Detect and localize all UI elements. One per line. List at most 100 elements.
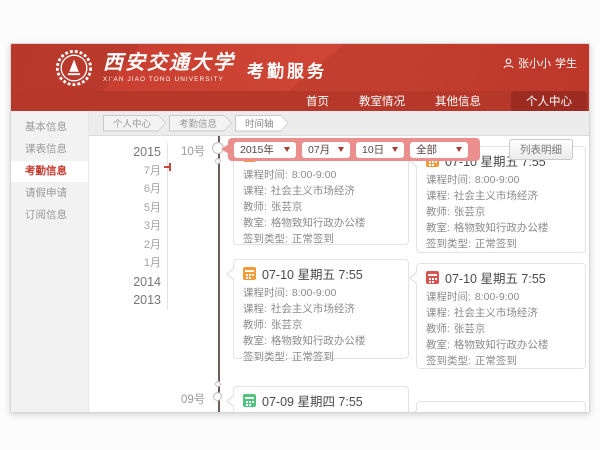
card-date: 07-09 星期四 7:55 <box>262 391 363 410</box>
main-nav: 首页 教室情况 其他信息 个人中心 <box>11 91 589 111</box>
sidebar-item-basic-info[interactable]: 基本信息 <box>11 117 88 138</box>
field-label: 课程时间: <box>243 169 288 181</box>
field-label: 课程: <box>243 185 267 197</box>
scale-month-jan[interactable]: 1月 <box>89 254 161 273</box>
university-name-en: XI'AN JIAO TONG UNIVERSITY <box>103 76 235 83</box>
attendance-card: 07-10 星期五 7:55 课程时间: 8:00-9:00 课程: 社会主义市场经… <box>233 259 409 359</box>
timeline-scale: 2015 7月 6月 5月 3月 2月 1月 2014 2013 <box>89 143 161 310</box>
timeline-axis <box>218 136 220 412</box>
card-header: 07-10 星期五 7:55 <box>426 269 576 286</box>
field-label: 教室: <box>243 335 267 347</box>
field-label: 课程时间: <box>426 174 471 186</box>
field-label: 课程: <box>426 190 450 202</box>
attendance-card: 07-10 星期五 7:55 课程时间:8:00-9:00 课程:社会主义市场经… <box>416 146 586 253</box>
header-banner: 西安交通大学 XI'AN JIAO TONG UNIVERSITY 考勤服务 张… <box>11 44 589 91</box>
field-value: 8:00-9:00 <box>292 287 336 299</box>
sidebar-item-subscription[interactable]: 订阅信息 <box>11 205 88 226</box>
attendance-card: 07-09 星期四 7:55 <box>233 386 409 413</box>
breadcrumb: 个人中心 考勤信息 时间轴 <box>89 111 590 136</box>
scale-month-may[interactable]: 5月 <box>89 199 161 218</box>
scale-month-mar[interactable]: 3月 <box>89 217 161 236</box>
field-label: 签到类型: <box>243 351 288 363</box>
field-value: 张芸京 <box>454 206 486 218</box>
field-value: 张芸京 <box>454 323 486 335</box>
scale-year-2014[interactable]: 2014 <box>89 273 161 292</box>
day-marker-09: 09号 <box>181 391 205 407</box>
field-value: 社会主义市场经济 <box>271 185 355 197</box>
field-label: 教师: <box>426 323 450 335</box>
field-label: 教师: <box>243 319 267 331</box>
field-label: 课程: <box>243 303 267 315</box>
field-label: 教师: <box>426 206 450 218</box>
field-value: 8:00-9:00 <box>475 174 519 186</box>
timeline-node <box>215 158 221 164</box>
breadcrumb-personal-center[interactable]: 个人中心 <box>103 115 166 132</box>
chevron-down-icon <box>338 147 344 152</box>
scale-month-jul[interactable]: 7月 <box>89 162 161 181</box>
scale-month-feb[interactable]: 2月 <box>89 236 161 255</box>
calendar-icon <box>426 271 439 284</box>
field-value: 正常签到 <box>292 233 334 245</box>
chevron-down-icon <box>392 147 398 152</box>
breadcrumb-attendance[interactable]: 考勤信息 <box>169 115 232 132</box>
field-value: 格物致知行政办公楼 <box>271 335 366 347</box>
nav-tab-personal-center[interactable]: 个人中心 <box>511 91 587 111</box>
field-value: 社会主义市场经济 <box>271 303 355 315</box>
field-label: 课程时间: <box>426 291 471 303</box>
breadcrumb-timeline[interactable]: 时间轴 <box>235 115 289 132</box>
sidebar-item-timetable[interactable]: 课表信息 <box>11 139 88 160</box>
university-name-block: 西安交通大学 XI'AN JIAO TONG UNIVERSITY <box>103 49 235 83</box>
field-label: 签到类型: <box>426 355 471 367</box>
current-month-marker <box>164 166 171 168</box>
field-value: 格物致知行政办公楼 <box>271 217 366 229</box>
day-marker-10: 10号 <box>181 143 205 159</box>
calendar-icon <box>243 267 256 280</box>
page-title: 考勤服务 <box>247 57 327 82</box>
user-role: 学生 <box>555 55 577 71</box>
timeline-node <box>215 381 221 387</box>
field-label: 教室: <box>426 222 450 234</box>
list-detail-button[interactable]: 列表明细 <box>509 139 573 160</box>
user-icon <box>503 58 514 69</box>
sidebar-item-attendance[interactable]: 考勤信息 <box>11 161 88 182</box>
month-dropdown[interactable]: 07月 <box>302 142 350 158</box>
attendance-card-partial <box>416 401 586 413</box>
field-label: 签到类型: <box>243 233 288 245</box>
chevron-down-icon <box>456 147 462 152</box>
card-date: 07-10 星期五 7:55 <box>262 264 363 283</box>
field-value: 社会主义市场经济 <box>454 307 538 319</box>
field-label: 课程时间: <box>243 287 288 299</box>
calendar-icon <box>243 394 256 407</box>
nav-item-other-info[interactable]: 其他信息 <box>435 91 481 111</box>
field-label: 教师: <box>243 201 267 213</box>
field-label: 教室: <box>243 217 267 229</box>
date-filter-bubble: 2015年 07月 10日 全部 <box>228 138 480 161</box>
nav-item-home[interactable]: 首页 <box>306 91 329 111</box>
field-label: 教室: <box>426 339 450 351</box>
year-dropdown[interactable]: 2015年 <box>234 142 296 158</box>
scale-month-jun[interactable]: 6月 <box>89 180 161 199</box>
field-value: 正常签到 <box>475 238 517 250</box>
sidebar-item-leave-request[interactable]: 请假申请 <box>11 183 88 204</box>
university-name-cn: 西安交通大学 <box>103 49 235 75</box>
field-value: 格物致知行政办公楼 <box>454 339 549 351</box>
field-label: 课程: <box>426 307 450 319</box>
field-value: 正常签到 <box>292 351 334 363</box>
day-dropdown[interactable]: 10日 <box>356 142 404 158</box>
attendance-card: 07-10 星期五 7:55 课程时间: 8:00-9:00 课程: 社会主义市场经… <box>416 263 586 369</box>
type-dropdown[interactable]: 全部 <box>410 142 468 158</box>
scale-year-2015[interactable]: 2015 <box>89 143 161 162</box>
timeline-node <box>213 392 222 401</box>
nav-item-classrooms[interactable]: 教室情况 <box>359 91 405 111</box>
university-seal-logo <box>55 49 93 87</box>
scale-separator <box>167 143 168 310</box>
field-value: 社会主义市场经济 <box>454 190 538 202</box>
field-value: 张芸京 <box>271 319 303 331</box>
user-name: 张小小 <box>518 55 551 71</box>
card-header: 07-10 星期五 7:55 <box>243 265 399 282</box>
field-value: 8:00-9:00 <box>475 291 519 303</box>
field-value: 8:00-9:00 <box>292 169 336 181</box>
user-account[interactable]: 张小小 学生 <box>503 55 577 71</box>
chevron-down-icon <box>284 147 290 152</box>
scale-year-2013[interactable]: 2013 <box>89 291 161 310</box>
